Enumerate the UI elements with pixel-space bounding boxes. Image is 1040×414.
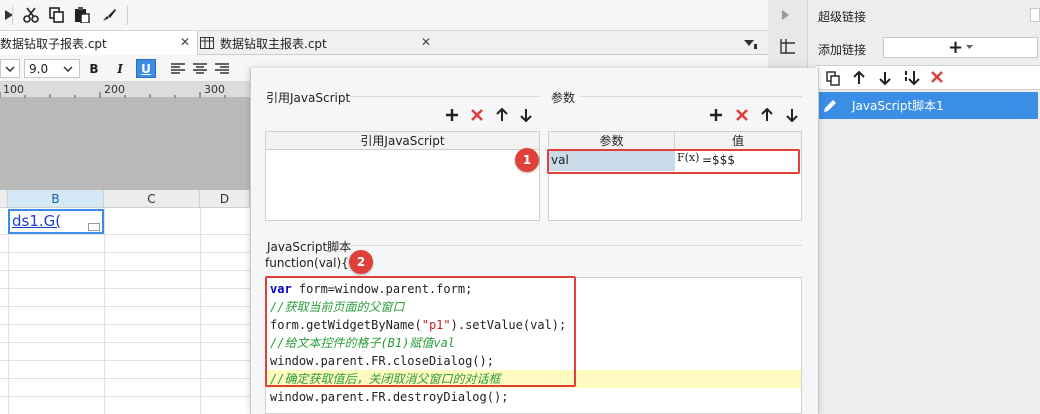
font-size-select[interactable]: 9.0 <box>24 59 80 78</box>
grid-line <box>0 396 250 397</box>
column-header-c[interactable]: C <box>104 190 200 208</box>
annotation-badge-1: 1 <box>515 148 539 172</box>
file-tabs: 数据钻取子报表.cpt ✕ 数据钻取主报表.cpt ✕ <box>0 31 768 55</box>
italic-button[interactable]: I <box>110 59 130 78</box>
spreadsheet-grid: B C D ds1.G( <box>0 190 250 414</box>
link-item-label: JavaScript脚本1 <box>852 99 944 113</box>
function-signature: function(val){ <box>265 256 349 270</box>
column-header-b[interactable]: B <box>8 190 104 208</box>
delete-icon[interactable] <box>930 70 944 84</box>
font-size-value: 9.0 <box>29 62 49 76</box>
play-icon[interactable] <box>0 6 18 24</box>
copy-icon[interactable] <box>826 71 841 86</box>
horizontal-ruler: 100 200 300 <box>0 82 250 98</box>
align-right-icon[interactable] <box>212 59 232 78</box>
main-toolbar <box>0 0 768 31</box>
column-header-d[interactable]: D <box>200 190 250 208</box>
grid-line <box>0 288 250 289</box>
tab-drill-main-report[interactable]: 数据钻取主报表.cpt <box>200 31 438 55</box>
annotation-badge-2: 2 <box>349 250 373 274</box>
ref-js-column-header: 引用JavaScript <box>266 132 539 150</box>
arrow-down-icon[interactable] <box>785 108 799 122</box>
expand-arrow-icon[interactable] <box>782 10 789 20</box>
annotation-box-code <box>265 276 576 387</box>
grid-line <box>200 208 201 414</box>
panel-scroll-stub[interactable] <box>1030 8 1040 22</box>
grid-line <box>8 208 9 414</box>
tab-drill-sub-report[interactable]: 数据钻取子报表.cpt <box>0 31 198 55</box>
delete-icon[interactable] <box>470 108 484 122</box>
grid-line <box>0 270 250 271</box>
grid-layout-icon[interactable] <box>780 38 796 54</box>
plus-icon: + <box>947 36 964 58</box>
copy-icon[interactable] <box>48 6 66 24</box>
cell-handle[interactable] <box>88 223 100 231</box>
align-center-icon[interactable] <box>190 59 210 78</box>
toolbar-divider <box>12 5 13 25</box>
close-icon[interactable]: ✕ <box>421 35 431 49</box>
bold-button[interactable]: B <box>84 59 104 78</box>
arrow-down-icon[interactable] <box>519 108 533 122</box>
paste-icon[interactable] <box>73 6 91 24</box>
section-divider <box>580 96 802 97</box>
arrow-up-icon[interactable] <box>853 71 865 85</box>
ref-js-table: 引用JavaScript <box>265 131 540 221</box>
table-icon <box>200 37 214 49</box>
toolbar-divider <box>127 5 128 25</box>
underline-button[interactable]: U <box>136 59 156 78</box>
move-bottom-icon[interactable] <box>904 70 922 86</box>
panel-title: 超级链接 <box>818 10 867 24</box>
tab-label: 数据钻取主报表.cpt <box>220 36 327 51</box>
params-section-title: 参数 <box>551 91 576 105</box>
cut-icon[interactable] <box>22 6 40 24</box>
section-divider <box>350 96 540 97</box>
grid-line <box>0 342 250 343</box>
report-canvas-background <box>0 98 250 190</box>
params-table: 参数 值 val F(x) =$$$ <box>548 131 802 221</box>
add-link-button[interactable]: + <box>883 37 1038 58</box>
cell-value: ds1.G( <box>12 212 62 230</box>
arrow-up-icon[interactable] <box>495 108 509 122</box>
add-icon[interactable] <box>709 108 723 122</box>
delete-icon[interactable] <box>735 108 749 122</box>
ref-js-section-title: 引用JavaScript <box>266 91 351 105</box>
annotation-box-params <box>547 149 800 174</box>
code-text: window.parent.FR.destroyDialog(); <box>270 390 509 404</box>
grid-line <box>0 234 250 235</box>
pencil-icon <box>822 98 838 114</box>
tab-label: 数据钻取子报表.cpt <box>0 36 107 51</box>
arrow-down-icon[interactable] <box>879 71 891 85</box>
param-name-header: 参数 <box>549 132 675 150</box>
grid-line <box>0 252 250 253</box>
link-item-javascript1[interactable]: JavaScript脚本1 <box>816 92 1038 119</box>
add-link-label: 添加链接 <box>818 43 867 57</box>
column-header <box>0 190 8 208</box>
add-icon[interactable] <box>445 108 459 122</box>
grid-line <box>0 306 250 307</box>
close-icon[interactable]: ✕ <box>180 35 190 49</box>
chevron-down-icon <box>63 66 73 72</box>
param-value-header: 值 <box>675 132 801 150</box>
link-list-toolbar <box>816 65 1040 90</box>
grid-line <box>104 208 105 414</box>
font-dropdown-arrow[interactable] <box>0 59 20 78</box>
arrow-up-icon[interactable] <box>760 108 774 122</box>
script-section-title: JavaScript脚本 <box>267 240 352 254</box>
grid-line <box>0 378 250 379</box>
selected-cell-b1[interactable]: ds1.G( <box>8 209 104 234</box>
grid-line <box>0 324 250 325</box>
grid-line <box>0 360 250 361</box>
align-left-icon[interactable] <box>168 59 188 78</box>
section-divider <box>350 245 802 246</box>
format-painter-icon[interactable] <box>100 6 118 24</box>
tab-menu-icon[interactable] <box>742 35 760 53</box>
